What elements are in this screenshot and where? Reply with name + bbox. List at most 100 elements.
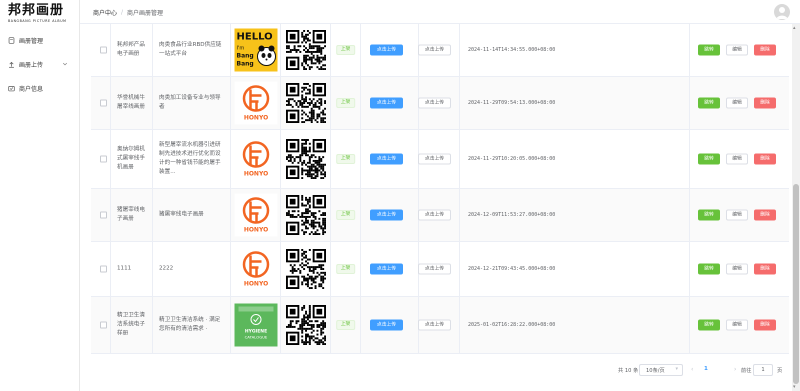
table-cell-ops: 跳转 编辑 删除 (690, 297, 789, 353)
upload-button[interactable]: 点击上传 (370, 153, 403, 165)
svg-text:CATALOGUE: CATALOGUE (244, 335, 267, 340)
delete-button[interactable]: 删除 (754, 97, 776, 109)
created-time: 2024-11-29T10:20:05.000+08:00 (468, 156, 556, 162)
delete-button[interactable]: 删除 (754, 263, 776, 275)
upload-secondary-button[interactable]: 点击上传 (418, 319, 451, 331)
row-checkbox[interactable] (100, 321, 107, 329)
album-description: 2222 (159, 265, 174, 272)
album-icon (8, 36, 15, 44)
avatar[interactable] (774, 4, 790, 20)
goto-page-input[interactable]: 1 (753, 364, 773, 376)
table-row: 奥纳尔姆机式屠宰线手机画册 新型屠宰流水机器引进研制先进技术进行优化而设计的一种省… (91, 130, 789, 189)
edit-button[interactable]: 编辑 (726, 153, 748, 165)
sidebar-item-label: 商户信息 (19, 85, 44, 93)
album-cover-image[interactable]: HONYO (234, 81, 277, 125)
qr-code-image[interactable] (285, 30, 326, 71)
page-size-select[interactable]: 10条/页 ▾ (639, 364, 683, 376)
table-cell-check (91, 189, 111, 241)
prev-page-button[interactable]: ‹ (691, 366, 693, 373)
upload-icon (9, 61, 14, 68)
created-time: 2024-12-21T09:43:45.000+08:00 (468, 266, 556, 272)
album-cover-image[interactable]: HONYO (234, 137, 277, 181)
table-cell-img: HYGIENE CATALOGUE (231, 297, 281, 353)
upload-button[interactable]: 点击上传 (370, 263, 403, 275)
jump-button[interactable]: 跳转 (698, 97, 720, 109)
upload-button[interactable]: 点击上传 (370, 319, 403, 331)
upload-secondary-button[interactable]: 点击上传 (418, 153, 451, 165)
next-page-button[interactable]: › (734, 366, 736, 373)
jump-button[interactable]: 跳转 (698, 319, 720, 331)
upload-button[interactable]: 点击上传 (370, 97, 403, 109)
svg-text:I'm: I'm (236, 46, 244, 52)
table-cell-status: 上架 (331, 189, 361, 241)
upload-secondary-button[interactable]: 点击上传 (418, 97, 451, 109)
album-desc-wrap: 精卫卫生清洁系统 · 满足您所有的清洁需求 · (153, 316, 230, 334)
page-scrollbar[interactable]: ▴ ▾ (792, 24, 800, 391)
upload-secondary-button[interactable]: 点击上传 (418, 263, 451, 275)
row-checkbox[interactable] (100, 211, 107, 219)
table-cell-name: 奥纳尔姆机式屠宰线手机画册 (111, 130, 153, 188)
row-checkbox[interactable] (100, 155, 107, 163)
top-header: 商户中心 / 商户画册管理 (80, 0, 800, 24)
delete-button[interactable]: 删除 (754, 153, 776, 165)
album-desc-wrap: 2222 (153, 265, 230, 274)
table-cell-status: 上架 (331, 242, 361, 296)
qr-code-image[interactable] (285, 249, 326, 290)
qr-code-image[interactable] (285, 83, 326, 124)
table-row: 1111 2222 HONYO 上架 点击上传 点击上传 2024-12-21T09:4… (91, 242, 789, 297)
sidebar-item-merchant-info[interactable]: 商户信息 (0, 76, 80, 100)
upload-button[interactable]: 点击上传 (370, 209, 403, 221)
chevron-down-icon (62, 62, 68, 66)
table-cell-name: 精卫卫生清洁系统电子样册 (111, 297, 153, 353)
delete-button[interactable]: 删除 (754, 209, 776, 221)
user-icon (776, 7, 788, 19)
album-cover-image[interactable]: HYGIENE CATALOGUE (234, 303, 277, 347)
album-cover-image[interactable]: HONYO (234, 193, 277, 237)
breadcrumb-merchant-center[interactable]: 商户中心 (93, 8, 117, 17)
table-cell-status: 上架 (331, 130, 361, 188)
sidebar-item-album-manage[interactable]: 画册管理 (0, 28, 80, 52)
upload-secondary-button[interactable]: 点击上传 (418, 44, 451, 56)
table-cell-ops: 跳转 编辑 删除 (690, 24, 789, 76)
qr-code-image[interactable] (285, 195, 326, 236)
jump-button[interactable]: 跳转 (698, 153, 720, 165)
sidebar: 邦邦画册 BANGBANG PICTURE ALBUM 画册管理 画册上传 商户… (0, 0, 80, 391)
scroll-up-arrow-icon[interactable]: ▴ (793, 25, 796, 31)
table-cell-check (91, 242, 111, 296)
table-cell-qr (281, 130, 331, 188)
album-cover-image[interactable]: HELLO I'm Bang Bang (234, 28, 277, 72)
table-cell-upload2: 点击上传 (418, 77, 460, 129)
scroll-thumb[interactable] (793, 184, 799, 384)
upload-secondary-button[interactable]: 点击上传 (418, 209, 451, 221)
edit-button[interactable]: 编辑 (726, 263, 748, 275)
svg-text:Bang: Bang (236, 61, 253, 68)
edit-button[interactable]: 编辑 (726, 319, 748, 331)
edit-button[interactable]: 编辑 (726, 44, 748, 56)
row-checkbox[interactable] (100, 265, 107, 273)
row-checkbox[interactable] (100, 99, 107, 107)
jump-button[interactable]: 跳转 (698, 263, 720, 275)
row-checkbox[interactable] (100, 46, 107, 54)
edit-button[interactable]: 编辑 (726, 209, 748, 221)
album-name: 耗邦邦产品电子画册 (117, 42, 145, 57)
album-table: 耗邦邦产品电子画册 肉类食品行业RBD供应链一站式平台 HELLO I'm Ban… (91, 24, 789, 355)
page-number-1[interactable]: 1 (704, 366, 708, 372)
album-desc-wrap: 肉类加工设备专业与领导者 (153, 94, 230, 112)
table-cell-name: 1111 (111, 242, 153, 296)
scroll-down-arrow-icon[interactable]: ▾ (793, 384, 796, 390)
sidebar-item-album-upload[interactable]: 画册上传 (0, 52, 80, 76)
qr-code-image[interactable] (285, 139, 326, 180)
table-cell-name: 猪屠宰线电子画册 (111, 189, 153, 241)
delete-button[interactable]: 删除 (754, 319, 776, 331)
table-cell-status: 上架 (331, 77, 361, 129)
album-desc-wrap: 肉类食品行业RBD供应链一站式平台 (153, 41, 230, 59)
upload-button[interactable]: 点击上传 (370, 44, 403, 56)
edit-button[interactable]: 编辑 (726, 97, 748, 109)
delete-button[interactable]: 删除 (754, 44, 776, 56)
jump-button[interactable]: 跳转 (698, 44, 720, 56)
qr-code-image[interactable] (285, 305, 326, 346)
jump-button[interactable]: 跳转 (698, 209, 720, 221)
table-cell-desc: 精卫卫生清洁系统 · 满足您所有的清洁需求 · (153, 297, 231, 353)
album-cover-image[interactable]: HONYO (234, 247, 277, 291)
album-description: 猪屠宰线电子画册 (159, 211, 204, 218)
